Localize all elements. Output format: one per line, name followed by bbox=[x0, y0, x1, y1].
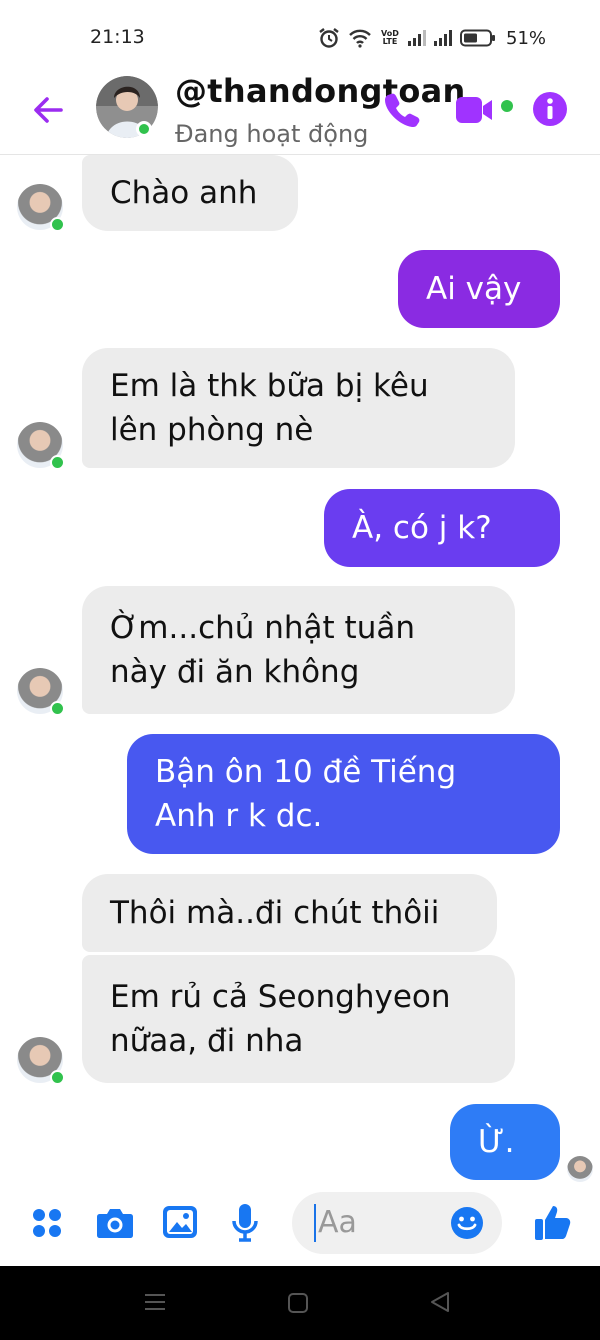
online-indicator bbox=[50, 217, 65, 232]
phone-icon[interactable] bbox=[382, 90, 420, 128]
message-text: Ờm...chủ nhật tuần này đi ăn không bbox=[110, 610, 416, 690]
contact-name[interactable]: @thandongtoan bbox=[175, 72, 466, 110]
battery-icon bbox=[460, 29, 495, 47]
clock: 21:13 bbox=[90, 26, 145, 48]
message-bubble-outgoing[interactable]: Ừ. bbox=[450, 1104, 560, 1180]
info-icon[interactable] bbox=[532, 91, 568, 127]
online-indicator bbox=[50, 455, 65, 470]
message-bubble-incoming[interactable]: Chào anh bbox=[82, 155, 298, 231]
message-input[interactable]: Aa bbox=[292, 1192, 502, 1254]
message-bubble-outgoing[interactable]: À, có j k? bbox=[324, 489, 560, 567]
seen-receipt-avatar bbox=[567, 1156, 593, 1182]
message-text: Em là thk bữa bị kêu lên phòng nè bbox=[110, 368, 429, 448]
camera-icon[interactable] bbox=[96, 1206, 134, 1240]
online-indicator bbox=[50, 701, 65, 716]
message-text: Ai vậy bbox=[426, 271, 522, 307]
message-bubble-incoming[interactable]: Em là thk bữa bị kêu lên phòng nè bbox=[82, 348, 515, 468]
wifi-icon bbox=[349, 29, 371, 48]
status-bar: 21:13 VoD LTE 51% bbox=[0, 0, 600, 70]
message-bubble-incoming[interactable]: Ờm...chủ nhật tuần này đi ăn không bbox=[82, 586, 515, 714]
recents-menu-icon[interactable] bbox=[144, 1291, 166, 1313]
image-icon[interactable] bbox=[162, 1205, 198, 1239]
composer-bar: Aa bbox=[0, 1182, 600, 1266]
network-type-label: VoD LTE bbox=[381, 29, 399, 46]
alarm-icon bbox=[319, 28, 339, 48]
menu-grid-icon[interactable] bbox=[31, 1207, 63, 1239]
message-text: Ừ. bbox=[478, 1124, 515, 1160]
emoji-icon[interactable] bbox=[450, 1206, 484, 1240]
battery-percent: 51% bbox=[506, 27, 547, 49]
message-text: Em rủ cả Seonghyeon nữaa, đi nha bbox=[110, 979, 451, 1059]
contact-status: Đang hoạt động bbox=[175, 120, 369, 148]
message-text: À, có j k? bbox=[352, 510, 492, 546]
message-bubble-outgoing[interactable]: Bận ôn 10 đề Tiếng Anh r k dc. bbox=[127, 734, 560, 854]
chat-header: @thandongtoan Đang hoạt động bbox=[0, 70, 600, 155]
message-text: Bận ôn 10 đề Tiếng Anh r k dc. bbox=[155, 754, 457, 834]
message-input-placeholder[interactable]: Aa bbox=[314, 1204, 357, 1242]
back-arrow-icon[interactable] bbox=[30, 92, 66, 128]
message-text: Chào anh bbox=[110, 175, 258, 211]
online-indicator bbox=[136, 121, 152, 137]
signal-icon-2 bbox=[434, 30, 452, 46]
message-bubble-incoming[interactable]: Em rủ cả Seonghyeon nữaa, đi nha bbox=[82, 955, 515, 1083]
home-icon[interactable] bbox=[287, 1292, 309, 1314]
back-nav-icon[interactable] bbox=[429, 1291, 451, 1313]
microphone-icon[interactable] bbox=[231, 1203, 259, 1243]
message-bubble-incoming[interactable]: Thôi mà..đi chút thôii bbox=[82, 874, 497, 952]
system-navigation-bar bbox=[0, 1266, 600, 1340]
thumbs-up-icon[interactable] bbox=[533, 1202, 573, 1242]
status-icons: VoD LTE 51% bbox=[318, 24, 546, 52]
online-indicator bbox=[50, 1070, 65, 1085]
signal-icon-1 bbox=[408, 30, 426, 46]
video-camera-icon[interactable] bbox=[456, 94, 516, 126]
message-text: Thôi mà..đi chút thôii bbox=[110, 895, 440, 931]
message-bubble-outgoing[interactable]: Ai vậy bbox=[398, 250, 560, 328]
